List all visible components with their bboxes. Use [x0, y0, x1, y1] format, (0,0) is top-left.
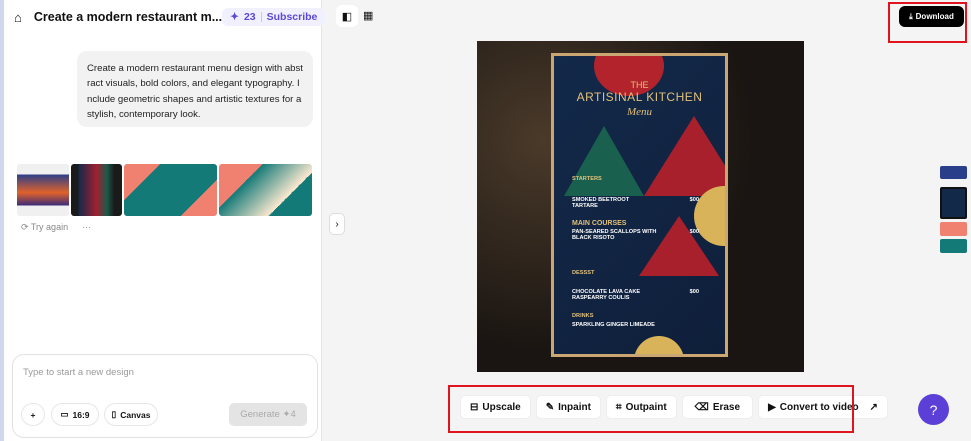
question-icon: ? [929, 401, 938, 418]
refresh-icon: ⟳ [21, 222, 29, 232]
aspect-ratio-button[interactable]: ▭ 16:9 [51, 403, 99, 426]
result-thumbnail[interactable] [17, 164, 69, 216]
result-actions: ⟳ Try again ··· [21, 222, 91, 233]
result-thumbnail[interactable] [124, 164, 217, 216]
external-link-icon: ↗ [869, 401, 878, 413]
highlight-box [448, 385, 854, 433]
single-view-button[interactable]: ◧ [336, 5, 358, 27]
add-button[interactable]: + [21, 403, 45, 426]
red-triangle [644, 116, 725, 196]
sparkle-icon: ✦ [282, 409, 291, 420]
chevron-right-icon: › [335, 218, 339, 230]
side-thumbnail[interactable] [940, 222, 967, 236]
more-options-button[interactable]: ··· [82, 222, 91, 233]
help-button[interactable]: ? [918, 394, 949, 425]
grid-view-button[interactable]: ▦ [363, 9, 373, 22]
header: ⌂ Create a modern restaurant m... ✦ 23 Su… [14, 8, 326, 26]
side-thumbnail-selected[interactable] [940, 187, 967, 219]
page-title: Create a modern restaurant m... [33, 10, 223, 24]
chat-panel: ⌂ Create a modern restaurant m... ✦ 23 Su… [0, 0, 326, 441]
canvas-button[interactable]: ▯ Canvas [104, 403, 158, 426]
side-thumbnail[interactable] [940, 166, 967, 179]
green-triangle [564, 126, 644, 196]
result-thumbnails [17, 164, 312, 216]
generate-button[interactable]: Generate ✦ 4 [229, 403, 307, 426]
grid-icon: ▦ [363, 10, 374, 22]
side-thumbnail[interactable] [940, 239, 967, 253]
result-thumbnail[interactable] [71, 164, 122, 216]
try-again-button[interactable]: ⟳ Try again [21, 222, 68, 233]
prompt-input[interactable]: Type to start a new design [23, 367, 134, 378]
panel-icon: ◧ [341, 10, 353, 23]
composer: Type to start a new design + ▭ 16:9 ▯ Canv… [12, 354, 318, 438]
ratio-icon: ▭ [60, 409, 69, 419]
result-thumbnail[interactable] [219, 164, 312, 216]
expand-panel-button[interactable]: › [329, 213, 345, 235]
highlight-box [888, 2, 967, 43]
gold-circle [634, 336, 684, 354]
subscribe-button[interactable]: Subscribe [267, 11, 318, 23]
home-icon[interactable]: ⌂ [14, 10, 22, 25]
divider [260, 12, 262, 22]
menu-design: THE ARTISINAL KITCHEN Menu STARTERS SMOK… [551, 53, 728, 357]
sparkle-icon: ✦ [230, 11, 239, 23]
credits-subscribe[interactable]: ✦ 23 Subscribe [222, 8, 326, 26]
prompt-bubble: Create a modern restaurant menu design w… [77, 51, 313, 127]
canvas-icon: ▯ [111, 409, 117, 419]
